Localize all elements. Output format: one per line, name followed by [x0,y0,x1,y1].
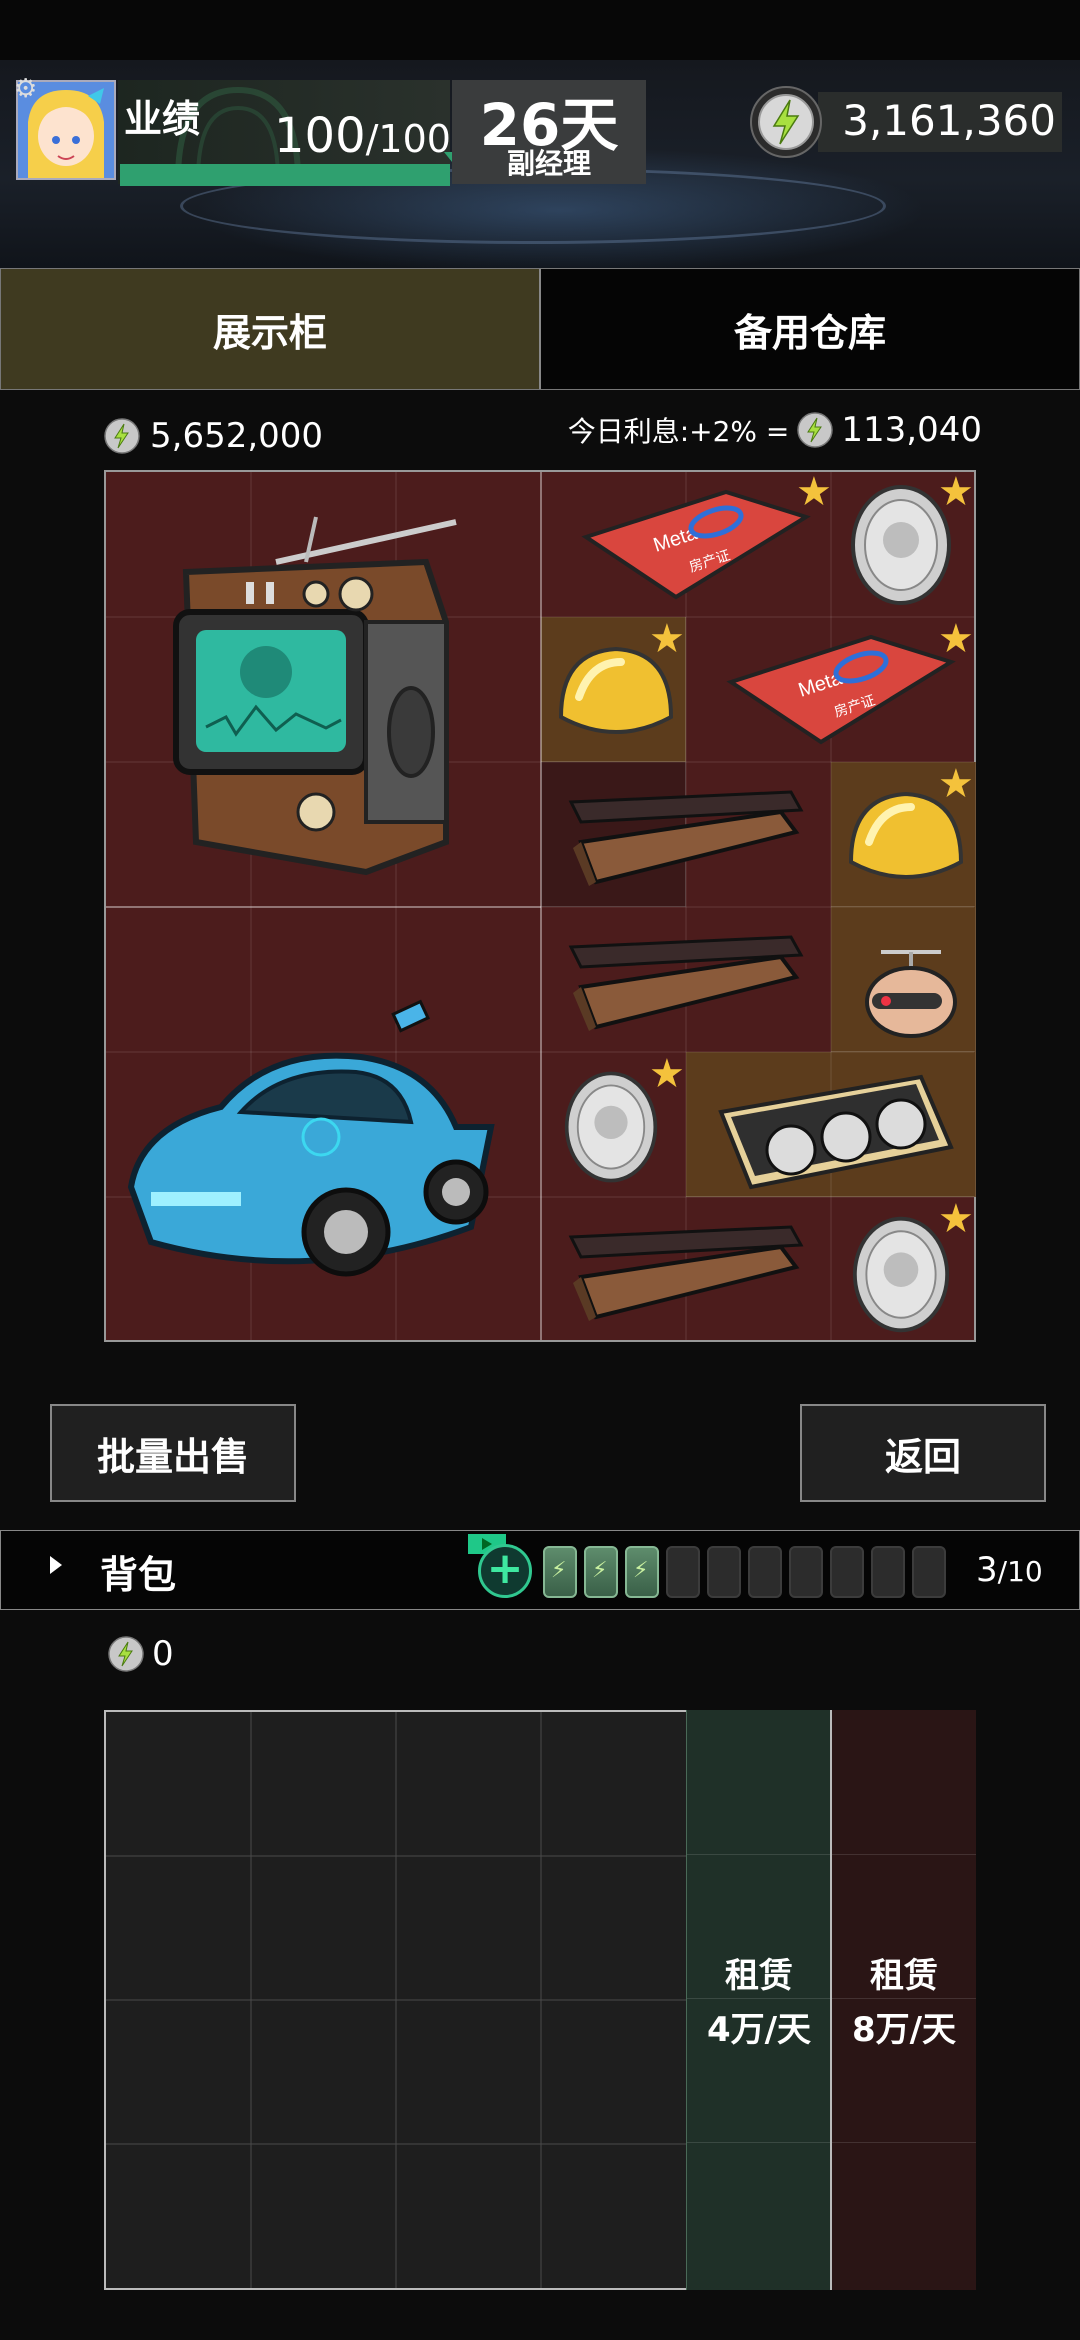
rent-cell-divider [832,2142,976,2143]
showcase-value-row: 5,652,000 [104,416,323,456]
battery-full-icon [584,1546,618,1598]
backpack-value-row: 0 [108,1634,174,1674]
battery-empty-icon [912,1546,946,1598]
gpu-icon[interactable] [711,1072,961,1192]
rent-cell-divider [687,2142,830,2143]
performance-label: 业绩 [124,97,201,141]
battery-empty-icon [789,1546,823,1598]
star-icon: ★ [796,469,832,515]
add-battery-button[interactable]: + [478,1544,532,1598]
energy-coin-icon [104,418,140,454]
battery-empty-icon [748,1546,782,1598]
backpack-value: 0 [152,1634,174,1674]
showcase-total-value: 5,652,000 [150,416,324,456]
rent-cell-divider [832,1854,976,1855]
energy-coin-icon [750,86,822,158]
back-button[interactable]: 返回 [800,1404,1046,1502]
energy-coin-icon [108,1636,144,1672]
performance-current: 100 [274,108,366,164]
battery-full-icon [625,1546,659,1598]
rent-column-green[interactable]: 租赁 4万/天 [686,1710,830,2290]
battery-full-icon [543,1546,577,1598]
tab-showcase[interactable]: 展示柜 [1,269,541,389]
robot-head-icon[interactable] [846,927,966,1042]
bronze-bar-icon[interactable] [551,927,821,1037]
expand-arrow-icon[interactable] [50,1556,62,1574]
rank-label: 副经理 [506,147,591,180]
rent-price: 4万/天 [706,2010,812,2050]
performance-max: /100 [365,117,451,161]
deed-icon[interactable]: Meta 房产证 [706,627,966,752]
backpack-count-capacity: /10 [997,1555,1043,1588]
tab-warehouse[interactable]: 备用仓库 [541,269,1079,389]
star-icon: ★ [938,1196,974,1242]
battery-empty-icon [871,1546,905,1598]
rent-cell-divider [832,1998,976,1999]
rent-column-red[interactable]: 租赁 8万/天 [832,1710,976,2290]
coin-total: 3,161,360 [842,96,1056,145]
rent-cell-divider [687,1854,830,1855]
retro-tv-icon[interactable] [126,502,526,892]
battery-empty-icon [707,1546,741,1598]
sports-car-icon[interactable] [111,977,536,1317]
performance-value: 100/100 [274,108,451,164]
star-icon: ★ [649,616,685,662]
interest-row: 今日利息:+2% = 113,040 [568,410,982,450]
settings-gear-icon[interactable]: ⚙ [14,76,37,102]
backpack-count-current: 3 [976,1550,998,1590]
star-icon: ★ [938,761,974,807]
battery-empty-icon [666,1546,700,1598]
rent-price: 8万/天 [851,2010,957,2050]
bronze-bar-icon[interactable] [551,782,821,892]
star-icon: ★ [938,616,974,662]
battery-empty-icon [830,1546,864,1598]
showcase-grid: Meta 房产证 ★ ★ ★ Meta 房产证 ★ ★ ★ ★ [104,470,976,1342]
interest-value: 113,040 [841,410,982,450]
tab-bar: 展示柜 备用仓库 [0,268,1080,390]
deed-icon[interactable]: Meta 房产证 [566,482,816,607]
bulk-sell-button[interactable]: 批量出售 [50,1404,296,1502]
backpack-count: 3/10 [976,1550,1043,1590]
rent-cell-divider [687,1998,830,1999]
backpack-title: 背包 [100,1553,177,1597]
energy-coin-icon [797,412,834,448]
star-icon: ★ [649,1051,685,1097]
bronze-bar-icon[interactable] [551,1217,821,1327]
interest-label: 今日利息:+2% = [567,415,790,448]
rent-label: 租赁 [725,1956,793,1996]
rent-label: 租赁 [870,1956,938,1996]
performance-progress-bar [120,164,450,186]
star-icon: ★ [938,469,974,515]
